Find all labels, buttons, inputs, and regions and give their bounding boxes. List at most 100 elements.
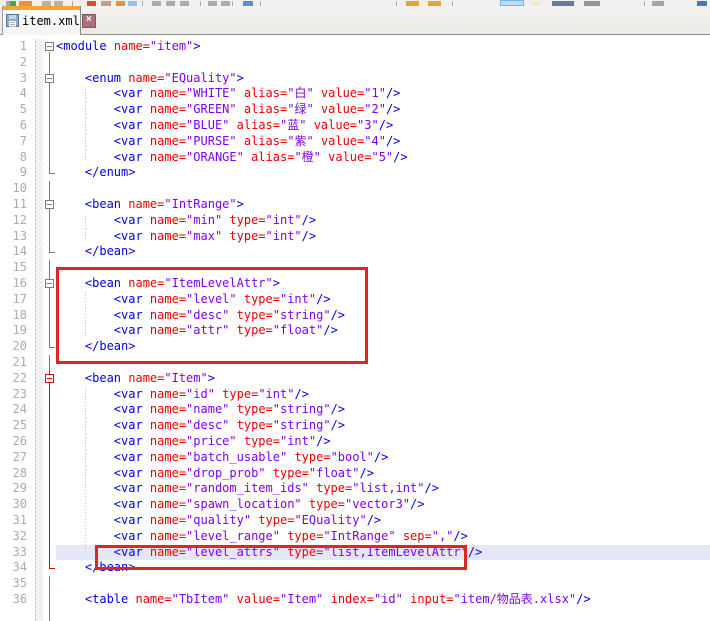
bookmark-margin[interactable] <box>36 371 43 387</box>
code-text[interactable]: <var name="ORANGE" alias="橙" value="5"/> <box>56 150 710 166</box>
bookmark-margin[interactable] <box>36 418 43 434</box>
code-text[interactable]: <var name="max" type="int"/> <box>56 229 710 245</box>
code-text[interactable] <box>56 355 710 371</box>
code-line[interactable]: 1<module name="item"> <box>0 39 710 55</box>
bookmark-margin[interactable] <box>36 434 43 450</box>
code-line[interactable]: 21 <box>0 355 710 371</box>
code-line[interactable]: 14 </bean> <box>0 244 710 260</box>
code-text[interactable]: <var name="id" type="int"/> <box>56 387 710 403</box>
bookmark-margin[interactable] <box>36 450 43 466</box>
fold-toggle-icon[interactable] <box>43 371 56 387</box>
bookmark-margin[interactable] <box>36 560 43 576</box>
bookmark-margin[interactable] <box>36 55 43 71</box>
code-text[interactable] <box>56 576 710 592</box>
bookmark-margin[interactable] <box>36 71 43 87</box>
code-line[interactable]: 19 <var name="attr" type="float"/> <box>0 323 710 339</box>
fold-toggle-icon[interactable] <box>43 276 56 292</box>
code-text[interactable] <box>56 181 710 197</box>
bookmark-margin[interactable] <box>36 102 43 118</box>
code-text[interactable]: <var name="min" type="int"/> <box>56 213 710 229</box>
code-text[interactable]: <var name="desc" type="string"/> <box>56 418 710 434</box>
code-text[interactable]: <var name="desc" type="string"/> <box>56 308 710 324</box>
code-line[interactable]: 8 <var name="ORANGE" alias="橙" value="5"… <box>0 150 710 166</box>
code-text[interactable]: <var name="WHITE" alias="白" value="1"/> <box>56 86 710 102</box>
code-line[interactable]: 28 <var name="drop_prob" type="float"/> <box>0 466 710 482</box>
bookmark-margin[interactable] <box>36 118 43 134</box>
code-line[interactable]: 36 <table name="TbItem" value="Item" ind… <box>0 592 710 608</box>
code-line[interactable]: 7 <var name="PURSE" alias="紫" value="4"/… <box>0 134 710 150</box>
bookmark-margin[interactable] <box>36 213 43 229</box>
code-text[interactable]: <var name="level" type="int"/> <box>56 292 710 308</box>
code-text[interactable]: <var name="random_item_ids" type="list,i… <box>56 481 710 497</box>
code-line[interactable]: 27 <var name="batch_usable" type="bool"/… <box>0 450 710 466</box>
bookmark-margin[interactable] <box>36 497 43 513</box>
code-text[interactable] <box>56 608 710 621</box>
code-text[interactable]: </bean> <box>56 560 710 576</box>
code-line[interactable]: 10 <box>0 181 710 197</box>
code-text[interactable]: <bean name="IntRange"> <box>56 197 710 213</box>
code-line[interactable]: 12 <var name="min" type="int"/> <box>0 213 710 229</box>
tab-close-icon[interactable]: × <box>82 14 96 28</box>
bookmark-margin[interactable] <box>36 308 43 324</box>
bookmark-margin[interactable] <box>36 608 43 621</box>
code-editor[interactable]: 1<module name="item">23 <enum name="EQua… <box>0 35 710 621</box>
bookmark-margin[interactable] <box>36 592 43 608</box>
code-text[interactable]: <var name="spawn_location" type="vector3… <box>56 497 710 513</box>
code-text[interactable]: <var name="name" type="string"/> <box>56 402 710 418</box>
fold-toggle-icon[interactable] <box>43 39 56 55</box>
code-line[interactable]: 30 <var name="spawn_location" type="vect… <box>0 497 710 513</box>
code-line[interactable]: 29 <var name="random_item_ids" type="lis… <box>0 481 710 497</box>
tab-item-xml[interactable]: item.xml × <box>2 6 81 35</box>
code-line[interactable]: 4 <var name="WHITE" alias="白" value="1"/… <box>0 86 710 102</box>
bookmark-margin[interactable] <box>36 197 43 213</box>
code-line[interactable] <box>0 608 710 621</box>
code-line[interactable]: 32 <var name="level_range" type="IntRang… <box>0 529 710 545</box>
code-line[interactable]: 24 <var name="name" type="string"/> <box>0 402 710 418</box>
code-line[interactable]: 18 <var name="desc" type="string"/> <box>0 308 710 324</box>
bookmark-margin[interactable] <box>36 244 43 260</box>
bookmark-margin[interactable] <box>36 513 43 529</box>
code-text[interactable] <box>56 55 710 71</box>
code-text[interactable]: </bean> <box>56 339 710 355</box>
code-text[interactable]: <table name="TbItem" value="Item" index=… <box>56 592 710 608</box>
bookmark-margin[interactable] <box>36 150 43 166</box>
bookmark-margin[interactable] <box>36 86 43 102</box>
code-text[interactable]: <var name="attr" type="float"/> <box>56 323 710 339</box>
fold-toggle-icon[interactable] <box>43 197 56 213</box>
code-line[interactable]: 3 <enum name="EQuality"> <box>0 71 710 87</box>
bookmark-margin[interactable] <box>36 339 43 355</box>
code-line[interactable]: 9 </enum> <box>0 165 710 181</box>
bookmark-margin[interactable] <box>36 387 43 403</box>
code-line[interactable]: 5 <var name="GREEN" alias="绿" value="2"/… <box>0 102 710 118</box>
code-line[interactable]: 15 <box>0 260 710 276</box>
bookmark-margin[interactable] <box>36 576 43 592</box>
code-line[interactable]: 17 <var name="level" type="int"/> <box>0 292 710 308</box>
code-line[interactable]: 2 <box>0 55 710 71</box>
bookmark-margin[interactable] <box>36 276 43 292</box>
code-line[interactable]: 25 <var name="desc" type="string"/> <box>0 418 710 434</box>
bookmark-margin[interactable] <box>36 229 43 245</box>
code-text[interactable]: <bean name="Item"> <box>56 371 710 387</box>
code-line[interactable]: 22 <bean name="Item"> <box>0 371 710 387</box>
bookmark-margin[interactable] <box>36 545 43 561</box>
code-text[interactable]: </bean> <box>56 244 710 260</box>
code-text[interactable]: <var name="price" type="int"/> <box>56 434 710 450</box>
fold-toggle-icon[interactable] <box>43 71 56 87</box>
code-line[interactable]: 11 <bean name="IntRange"> <box>0 197 710 213</box>
code-text[interactable]: <var name="BLUE" alias="蓝" value="3"/> <box>56 118 710 134</box>
bookmark-margin[interactable] <box>36 165 43 181</box>
bookmark-margin[interactable] <box>36 134 43 150</box>
bookmark-margin[interactable] <box>36 355 43 371</box>
bookmark-margin[interactable] <box>36 260 43 276</box>
code-line[interactable]: 20 </bean> <box>0 339 710 355</box>
code-text[interactable]: <var name="batch_usable" type="bool"/> <box>56 450 710 466</box>
current-code-line[interactable]: 33 <var name="level_attrs" type="list,It… <box>0 545 710 561</box>
code-line[interactable]: 6 <var name="BLUE" alias="蓝" value="3"/> <box>0 118 710 134</box>
bookmark-margin[interactable] <box>36 181 43 197</box>
code-text[interactable]: <var name="quality" type="EQuality"/> <box>56 513 710 529</box>
bookmark-margin[interactable] <box>36 466 43 482</box>
code-line[interactable]: 23 <var name="id" type="int"/> <box>0 387 710 403</box>
bookmark-margin[interactable] <box>36 292 43 308</box>
code-text[interactable]: <enum name="EQuality"> <box>56 71 710 87</box>
code-line[interactable]: 35 <box>0 576 710 592</box>
